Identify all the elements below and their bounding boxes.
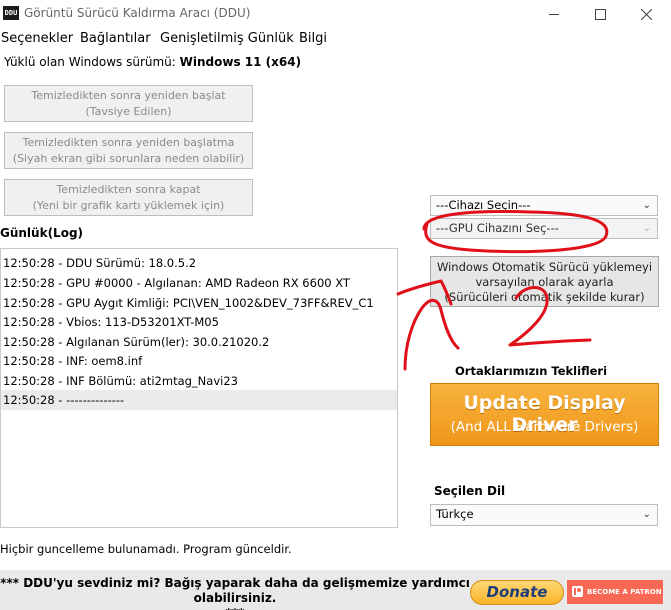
ddu-window: DDU Görüntü Sürücü Kaldırma Aracı (DDU) … (0, 0, 671, 610)
clean-and-restart-sublabel: (Tavsiye Edilen) (85, 105, 172, 118)
clean-no-restart-sublabel: (Siyah ekran gibi sorunlara neden olabil… (12, 152, 245, 165)
log-entry[interactable]: 12:50:28 - Vbios: 113-D53201XT-M05 (1, 312, 397, 332)
clean-and-restart-label: Temizledikten sonra yeniden başlat (31, 89, 226, 102)
log-entry[interactable]: 12:50:28 - GPU #0000 - Algılanan: AMD Ra… (1, 273, 397, 293)
device-type-value: ---Cihazı Seçin--- (436, 198, 531, 212)
maximize-button[interactable] (577, 0, 623, 28)
log-list[interactable]: 12:50:28 - DDU Sürümü: 18.0.5.2 12:50:28… (0, 248, 398, 528)
windows-auto-driver-install-button[interactable]: Windows Otomatik Sürücü yüklemeyi varsay… (430, 256, 659, 307)
become-patron-label: BECOME A PATRON (587, 588, 662, 596)
donation-message-line2: *** (0, 606, 470, 610)
update-display-driver-ad[interactable]: Update Display Driver (And ALL Hardware … (430, 383, 659, 446)
update-status-text: Hiçbir guncelleme bulunamadı. Program gü… (0, 542, 292, 556)
language-dropdown[interactable]: Türkçe ⌄ (430, 504, 658, 526)
log-label: Günlük(Log) (0, 226, 84, 240)
auto-install-label-line1: Windows Otomatik Sürücü yüklemeyi (436, 260, 653, 274)
clean-no-restart-label: Temizledikten sonra yeniden başlatma (22, 136, 235, 149)
chevron-down-icon: ⌄ (642, 509, 651, 520)
clean-and-shutdown-label: Temizledikten sonra kapat (56, 183, 201, 196)
patreon-icon (572, 586, 583, 597)
partner-offers-label: Ortaklarımızın Teklifleri (455, 364, 608, 378)
menu-bar: Seçenekler Bağlantılar Genişletilmiş Gün… (0, 29, 671, 49)
menu-extended-log[interactable]: Genişletilmiş Günlük (160, 31, 294, 46)
clean-and-restart-button[interactable]: Temizledikten sonra yeniden başlat (Tavs… (4, 85, 253, 122)
log-entry-selected[interactable]: 12:50:28 - -------------- (1, 390, 397, 410)
minimize-icon (549, 13, 559, 15)
chevron-down-icon: ⌄ (642, 223, 651, 234)
language-label: Seçilen Dil (434, 484, 506, 498)
log-entry[interactable]: 12:50:28 - Algılanan Sürüm(ler): 30.0.21… (1, 332, 397, 352)
title-bar: DDU Görüntü Sürücü Kaldırma Aracı (DDU) (0, 0, 671, 28)
windows-version-label: Yüklü olan Windows sürümü: (4, 55, 176, 69)
clean-and-shutdown-button[interactable]: Temizledikten sonra kapat (Yeni bir graf… (4, 179, 253, 216)
close-button[interactable] (623, 0, 669, 28)
menu-info[interactable]: Bilgi (299, 31, 327, 46)
auto-install-label-line2: varsayılan olarak ayarla (475, 275, 614, 289)
log-entry[interactable]: 12:50:28 - GPU Aygıt Kimliği: PCI\VEN_10… (1, 293, 397, 313)
donation-message: *** DDU'yu sevdiniz mi? Bağış yaparak da… (0, 576, 470, 610)
log-entry[interactable]: 12:50:28 - DDU Sürümü: 18.0.5.2 (1, 253, 397, 273)
chevron-down-icon: ⌄ (642, 200, 651, 211)
ddu-app-icon: DDU (3, 6, 19, 20)
auto-install-label-line3: (Sürücüleri otomatik şekilde kurar) (444, 290, 645, 304)
menu-links[interactable]: Bağlantılar (80, 31, 151, 46)
donate-button[interactable]: Donate (470, 580, 564, 605)
menu-options[interactable]: Seçenekler (1, 31, 73, 46)
log-entry[interactable]: 12:50:28 - INF Bölümü: ati2mtag_Navi23 (1, 371, 397, 391)
clean-no-restart-button[interactable]: Temizledikten sonra yeniden başlatma (Si… (4, 132, 253, 169)
become-patron-button[interactable]: BECOME A PATRON (567, 580, 663, 604)
device-type-dropdown[interactable]: ---Cihazı Seçin--- ⌄ (430, 195, 658, 216)
clean-and-shutdown-sublabel: (Yeni bir grafik kartı yüklemek için) (32, 199, 225, 212)
maximize-icon (594, 8, 606, 20)
minimize-button[interactable] (531, 0, 577, 28)
ad-subtitle: (And ALL Hardware Drivers) (450, 419, 639, 435)
windows-version-line: Yüklü olan Windows sürümü: Windows 11 (x… (4, 55, 301, 69)
log-entry[interactable]: 12:50:28 - INF: oem8.inf (1, 351, 397, 371)
windows-version-value: Windows 11 (x64) (179, 55, 302, 69)
gpu-device-value: ---GPU Cihazını Seç--- (436, 221, 559, 235)
language-value: Türkçe (436, 507, 474, 521)
donation-message-line1: *** DDU'yu sevdiniz mi? Bağış yaparak da… (0, 576, 470, 605)
close-icon (640, 8, 652, 20)
gpu-device-dropdown[interactable]: ---GPU Cihazını Seç--- ⌄ (430, 218, 658, 239)
window-title: Görüntü Sürücü Kaldırma Aracı (DDU) (24, 6, 251, 20)
